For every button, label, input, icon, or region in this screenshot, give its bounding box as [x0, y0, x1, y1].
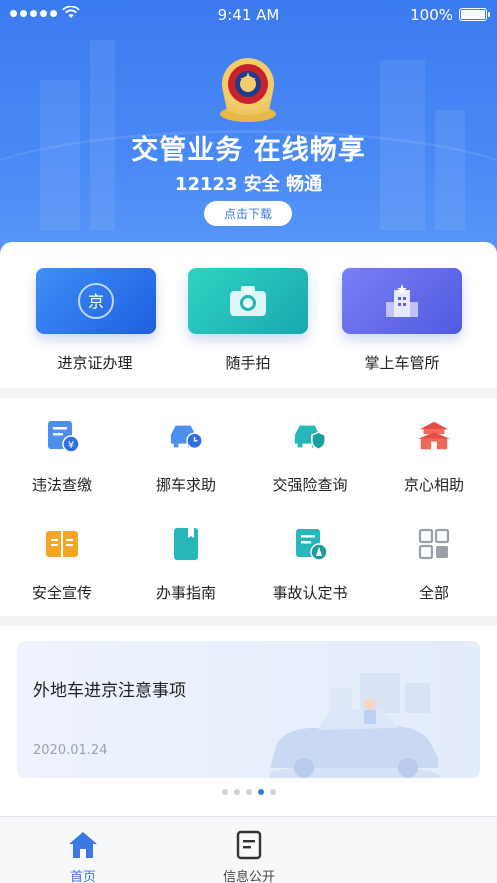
grid-icon	[418, 528, 450, 560]
car-shield-icon	[294, 425, 326, 451]
status-bar: 9:41 AM 100%	[0, 0, 497, 30]
service-label: 挪车求助	[155, 476, 216, 494]
hero-banner: 9:41 AM 100% 交管业务 在线畅享 12123 安全 畅通 点击下载	[0, 0, 497, 270]
service-guide[interactable]: 办事指南	[124, 506, 248, 606]
hero-title: 交管业务 在线畅享	[131, 135, 366, 166]
service-label: 交强险查询	[272, 476, 348, 494]
download-button[interactable]: 点击下载	[204, 201, 292, 226]
police-emblem-icon	[220, 58, 276, 122]
service-label: 事故认定书	[272, 584, 348, 602]
vehicle-office-label: 掌上车管所	[364, 354, 440, 372]
service-label: 全部	[418, 584, 449, 602]
service-jingxin[interactable]: 京心相助	[372, 398, 496, 498]
news-date: 2020.01.24	[33, 743, 108, 758]
service-safety[interactable]: 安全宣传	[0, 506, 124, 606]
home-icon	[69, 832, 97, 858]
document-icon	[236, 830, 262, 860]
hero-subtitle: 12123 安全 畅通	[174, 174, 323, 195]
service-violation[interactable]: ¥ 违法查缴	[0, 398, 124, 498]
service-label: 办事指南	[155, 584, 216, 602]
battery-percent: 100%	[410, 6, 453, 24]
svg-text:京: 京	[88, 292, 104, 311]
car-illustration	[270, 673, 440, 778]
service-label: 京心相助	[403, 476, 464, 494]
svg-text:¥: ¥	[68, 440, 74, 451]
car-clock-icon	[170, 425, 203, 450]
battery-icon	[459, 8, 490, 21]
document-cone-icon	[296, 529, 328, 561]
tiananmen-icon	[417, 421, 451, 450]
vehicle-office-tile[interactable]	[342, 268, 462, 334]
jingzheng-label: 进京证办理	[57, 354, 133, 372]
tab-label: 信息公开	[222, 870, 275, 883]
building-icon	[386, 284, 418, 317]
photo-report-tile[interactable]	[188, 268, 308, 334]
services-grid: ¥ 违法查缴 挪车求助 交强险查询 京心相助 安全宣传 办事指南 事故认定书 全…	[0, 398, 497, 616]
service-accident[interactable]: 事故认定书	[248, 506, 372, 606]
camera-icon	[230, 286, 266, 316]
tab-home[interactable]: 首页	[0, 817, 166, 883]
jing-badge-icon: 京	[78, 283, 114, 319]
service-label: 安全宣传	[31, 584, 92, 602]
service-insurance[interactable]: 交强险查询	[248, 398, 372, 498]
photo-report-label: 随手拍	[225, 354, 271, 372]
book-icon	[46, 531, 78, 557]
news-card[interactable]: 外地车进京注意事项 2020.01.24	[17, 641, 480, 778]
service-label: 违法查缴	[31, 476, 92, 494]
service-all[interactable]: 全部	[372, 506, 496, 606]
news-section: 外地车进京注意事项 2020.01.24	[0, 626, 497, 816]
jingzheng-tile[interactable]: 京	[36, 268, 156, 334]
bookmark-icon	[174, 528, 198, 560]
news-title: 外地车进京注意事项	[33, 681, 186, 701]
service-move-car[interactable]: 挪车求助	[124, 398, 248, 498]
quick-services-card: 京 进京证办理 随手拍 掌上车管所	[0, 242, 497, 388]
tab-info[interactable]: 信息公开	[166, 817, 332, 883]
tab-label: 首页	[69, 870, 96, 883]
carousel-dots[interactable]	[0, 789, 497, 795]
tab-bar: 首页 信息公开	[0, 816, 497, 883]
fine-payment-icon: ¥	[48, 421, 80, 453]
